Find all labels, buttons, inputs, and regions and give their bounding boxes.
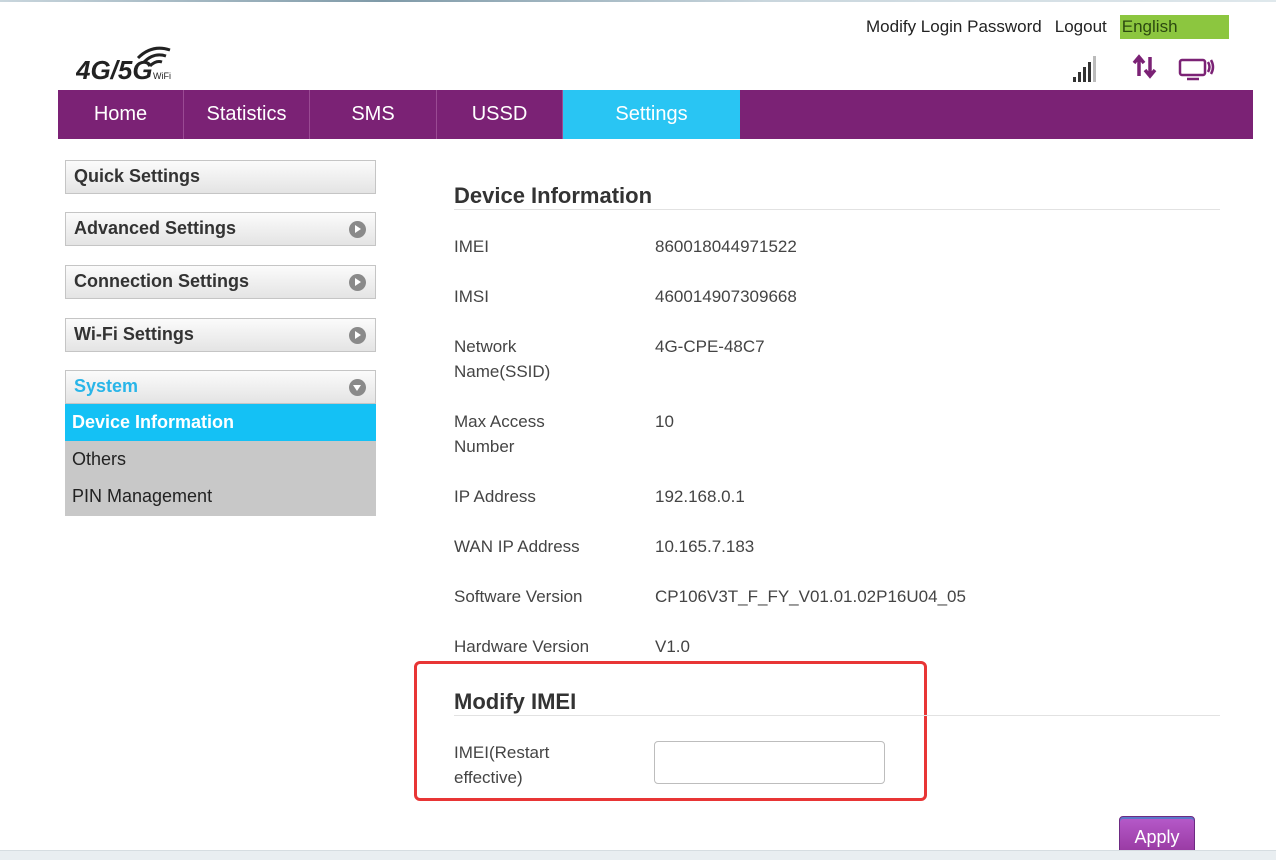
bottom-strip (0, 850, 1276, 860)
section-divider (454, 715, 1220, 716)
info-value-ssid: 4G-CPE-48C7 (655, 337, 765, 356)
nav-home[interactable]: Home (58, 90, 184, 139)
logo-subtext: WiFi (153, 71, 171, 81)
expand-arrow-icon (349, 274, 366, 291)
modify-imei-title: Modify IMEI (454, 689, 577, 714)
sidebar-connection-settings[interactable]: Connection Settings (65, 265, 376, 299)
sidebar-connection-settings-label: Connection Settings (74, 271, 249, 291)
expand-arrow-icon (349, 221, 366, 238)
info-value-imsi: 460014907309668 (655, 287, 797, 306)
info-label-imei: IMEI (454, 237, 489, 256)
info-label-software-version: Software Version (454, 587, 583, 606)
signal-strength-icon (1073, 56, 1096, 82)
collapse-arrow-icon (349, 379, 366, 396)
info-value-ip-address: 192.168.0.1 (655, 487, 745, 506)
sidebar-wifi-settings-label: Wi-Fi Settings (74, 324, 194, 344)
main-nav: Home Statistics SMS USSD Settings (58, 90, 1253, 139)
info-value-hardware-version: V1.0 (655, 637, 690, 656)
sidebar-system-label: System (74, 376, 139, 396)
section-divider (454, 209, 1220, 210)
logo-text: 4G/5G (76, 55, 153, 84)
info-label-wan-ip: WAN IP Address (454, 537, 580, 556)
sidebar-wifi-settings[interactable]: Wi-Fi Settings (65, 318, 376, 352)
logout-link[interactable]: Logout (1055, 17, 1107, 37)
info-label-ssid: Network Name(SSID) (454, 337, 551, 381)
header-links: Modify Login Password Logout English (866, 15, 1229, 39)
data-transfer-icon (1132, 54, 1157, 79)
status-icons (1073, 54, 1215, 82)
device-info-title: Device Information (454, 183, 653, 208)
sidebar-advanced-settings[interactable]: Advanced Settings (65, 212, 376, 246)
sidebar-quick-settings-label: Quick Settings (74, 166, 201, 186)
top-strip (0, 0, 1276, 2)
expand-arrow-icon (349, 327, 366, 344)
submenu-pin-management[interactable]: PIN Management (65, 478, 376, 515)
sidebar-quick-settings[interactable]: Quick Settings (65, 160, 376, 194)
nav-sms[interactable]: SMS (310, 90, 437, 139)
info-value-imei: 860018044971522 (655, 237, 797, 256)
imei-input[interactable] (654, 741, 885, 784)
nav-ussd[interactable]: USSD (437, 90, 563, 139)
sidebar-system[interactable]: System (65, 370, 376, 404)
info-value-max-access: 10 (655, 412, 674, 431)
submenu-others[interactable]: Others (65, 441, 376, 478)
info-value-software-version: CP106V3T_F_FY_V01.01.02P16U04_05 (655, 587, 966, 606)
nav-settings[interactable]: Settings (563, 90, 740, 139)
submenu-device-information[interactable]: Device Information (65, 404, 376, 441)
info-label-imsi: IMSI (454, 287, 489, 306)
info-value-wan-ip: 10.165.7.183 (655, 537, 755, 556)
connected-devices-icon (1178, 58, 1215, 81)
sidebar-advanced-settings-label: Advanced Settings (74, 218, 237, 238)
info-label-max-access: Max Access Number (454, 412, 545, 456)
modify-login-password-link[interactable]: Modify Login Password (866, 17, 1042, 37)
info-label-ip-address: IP Address (454, 487, 536, 506)
info-label-hardware-version: Hardware Version (454, 637, 590, 656)
nav-statistics[interactable]: Statistics (184, 90, 310, 139)
language-selector[interactable]: English (1119, 15, 1229, 39)
system-submenu: Device Information Others PIN Management (65, 404, 376, 516)
imei-field-label: IMEI(Restart effective) (454, 743, 550, 787)
logo: 4G/5G WiFi (76, 46, 171, 84)
